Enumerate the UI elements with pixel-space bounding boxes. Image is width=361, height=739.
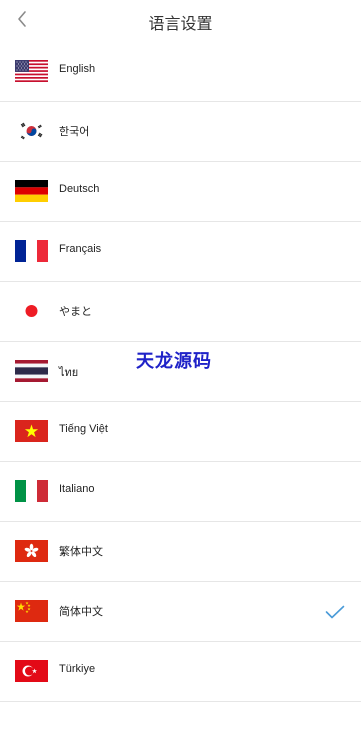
page-title: 语言设置: [148, 14, 213, 33]
language-label: Italiano: [59, 483, 95, 495]
flag-vn-icon: [15, 420, 48, 442]
language-label: ไทย: [59, 367, 79, 379]
flag-us-icon: [15, 60, 48, 82]
language-item-traditional-chinese[interactable]: 繁体中文: [0, 522, 361, 582]
language-label: Tiếng Việt: [59, 423, 108, 435]
language-item-thai[interactable]: ไทย: [0, 342, 361, 402]
language-item-vietnamese[interactable]: Tiếng Việt: [0, 402, 361, 462]
flag-de-icon: [15, 180, 48, 202]
language-item-korean[interactable]: 한국어: [0, 102, 361, 162]
language-label: 한국어: [59, 126, 90, 138]
language-list: English 한국어 Deutsch Français やまと ไทย Tiế…: [0, 42, 361, 702]
flag-it-icon: [15, 480, 48, 502]
language-item-turkish[interactable]: Türkiye: [0, 642, 361, 702]
language-item-italian[interactable]: Italiano: [0, 462, 361, 522]
language-label: 繁体中文: [59, 546, 103, 558]
flag-cn-icon: [15, 600, 48, 622]
language-label: Türkiye: [59, 663, 96, 675]
language-item-german[interactable]: Deutsch: [0, 162, 361, 222]
language-label: English: [59, 63, 96, 75]
flag-kr-icon: [15, 120, 48, 142]
language-item-japanese[interactable]: やまと: [0, 282, 361, 342]
flag-tr-icon: [15, 660, 48, 682]
language-label: Deutsch: [59, 183, 100, 195]
language-item-english[interactable]: English: [0, 42, 361, 102]
language-label: Français: [59, 243, 102, 255]
language-label: やまと: [59, 306, 92, 318]
checkmark-icon: [325, 604, 345, 619]
language-item-simplified-chinese[interactable]: 简体中文: [0, 582, 361, 642]
language-item-french[interactable]: Français: [0, 222, 361, 282]
header: 语言设置: [0, 0, 361, 42]
language-label: 简体中文: [59, 606, 103, 618]
flag-fr-icon: [15, 240, 48, 262]
flag-th-icon: [15, 360, 48, 382]
flag-hk-icon: [15, 540, 48, 562]
flag-jp-icon: [15, 300, 48, 322]
